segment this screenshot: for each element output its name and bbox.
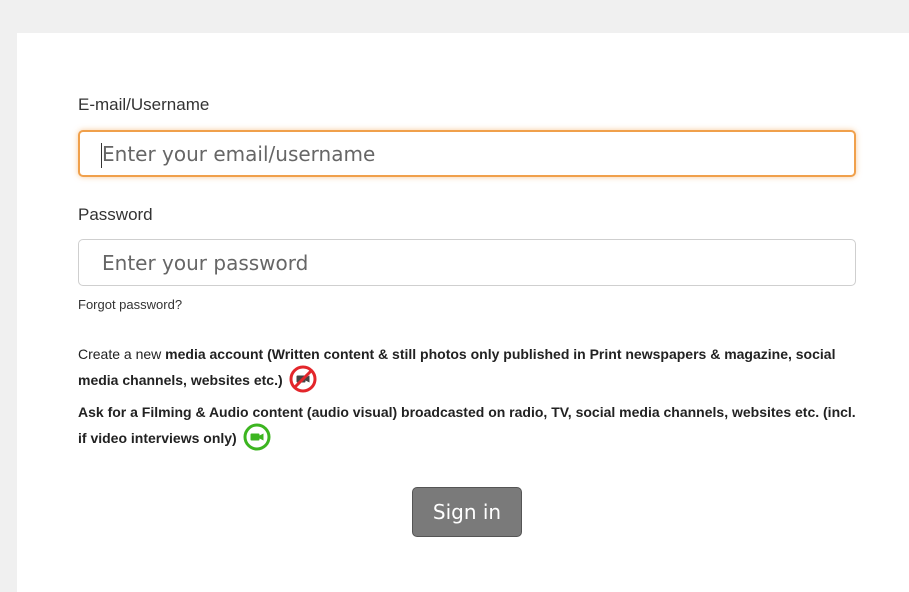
forgot-password-link[interactable]: Forgot password? xyxy=(78,297,182,312)
password-input[interactable] xyxy=(78,239,856,286)
camera-icon xyxy=(243,423,271,451)
no-camera-icon xyxy=(289,365,317,393)
filming-request-line: Ask for a Filming & Audio content (audio… xyxy=(78,399,858,453)
text-caret xyxy=(101,143,102,168)
sign-in-button[interactable]: Sign in xyxy=(412,487,522,537)
media-account-link[interactable]: media account (Written content & still p… xyxy=(78,346,835,388)
login-card: E-mail/Username Password Forgot password… xyxy=(17,33,909,592)
password-label: Password xyxy=(78,205,153,224)
email-input[interactable] xyxy=(78,130,856,177)
email-label: E-mail/Username xyxy=(78,95,210,114)
media-account-prefix: Create a new xyxy=(78,346,166,362)
media-account-line: Create a new media account (Written cont… xyxy=(78,341,858,395)
filming-request-link[interactable]: Ask for a Filming & Audio content (audio… xyxy=(78,404,856,446)
